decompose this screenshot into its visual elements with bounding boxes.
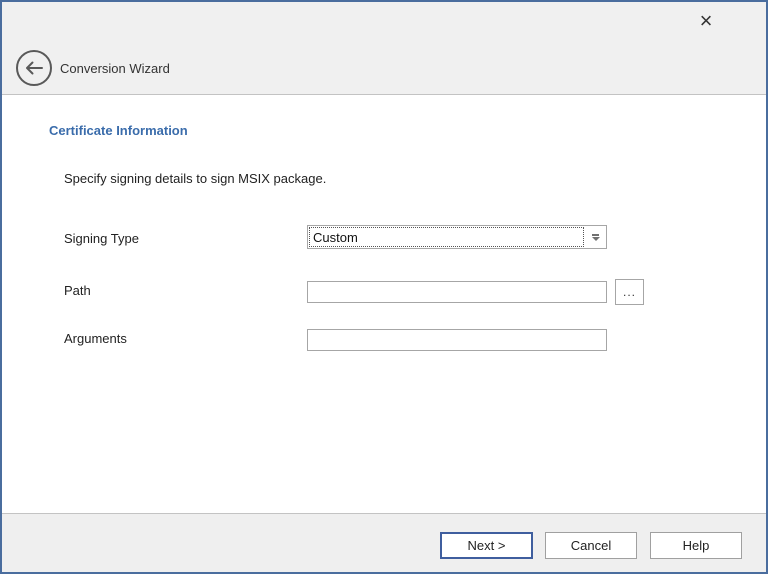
close-button[interactable]: × bbox=[690, 7, 722, 35]
signing-type-selected-value: Custom bbox=[309, 227, 584, 247]
back-arrow-icon bbox=[24, 61, 44, 75]
path-input[interactable] bbox=[307, 281, 607, 303]
wizard-title: Conversion Wizard bbox=[60, 50, 170, 86]
signing-type-label: Signing Type bbox=[64, 231, 139, 246]
signing-type-dropdown[interactable]: Custom bbox=[307, 225, 607, 249]
wizard-header: × Conversion Wizard bbox=[2, 2, 766, 95]
page-description: Specify signing details to sign MSIX pac… bbox=[64, 171, 326, 186]
close-icon: × bbox=[700, 10, 713, 32]
arguments-label: Arguments bbox=[64, 331, 127, 346]
next-button[interactable]: Next > bbox=[440, 532, 533, 559]
arguments-input[interactable] bbox=[307, 329, 607, 351]
wizard-page-content: Certificate Information Specify signing … bbox=[2, 96, 766, 513]
back-button[interactable] bbox=[16, 50, 52, 86]
conversion-wizard-dialog: × Conversion Wizard Certificate Informat… bbox=[0, 0, 768, 574]
page-title: Certificate Information bbox=[49, 123, 188, 138]
cancel-button[interactable]: Cancel bbox=[545, 532, 637, 559]
wizard-footer: Next > Cancel Help bbox=[2, 513, 766, 572]
chevron-down-icon[interactable] bbox=[585, 226, 606, 248]
ellipsis-icon: ... bbox=[623, 286, 636, 298]
help-button[interactable]: Help bbox=[650, 532, 742, 559]
browse-button[interactable]: ... bbox=[615, 279, 644, 305]
path-label: Path bbox=[64, 283, 91, 298]
